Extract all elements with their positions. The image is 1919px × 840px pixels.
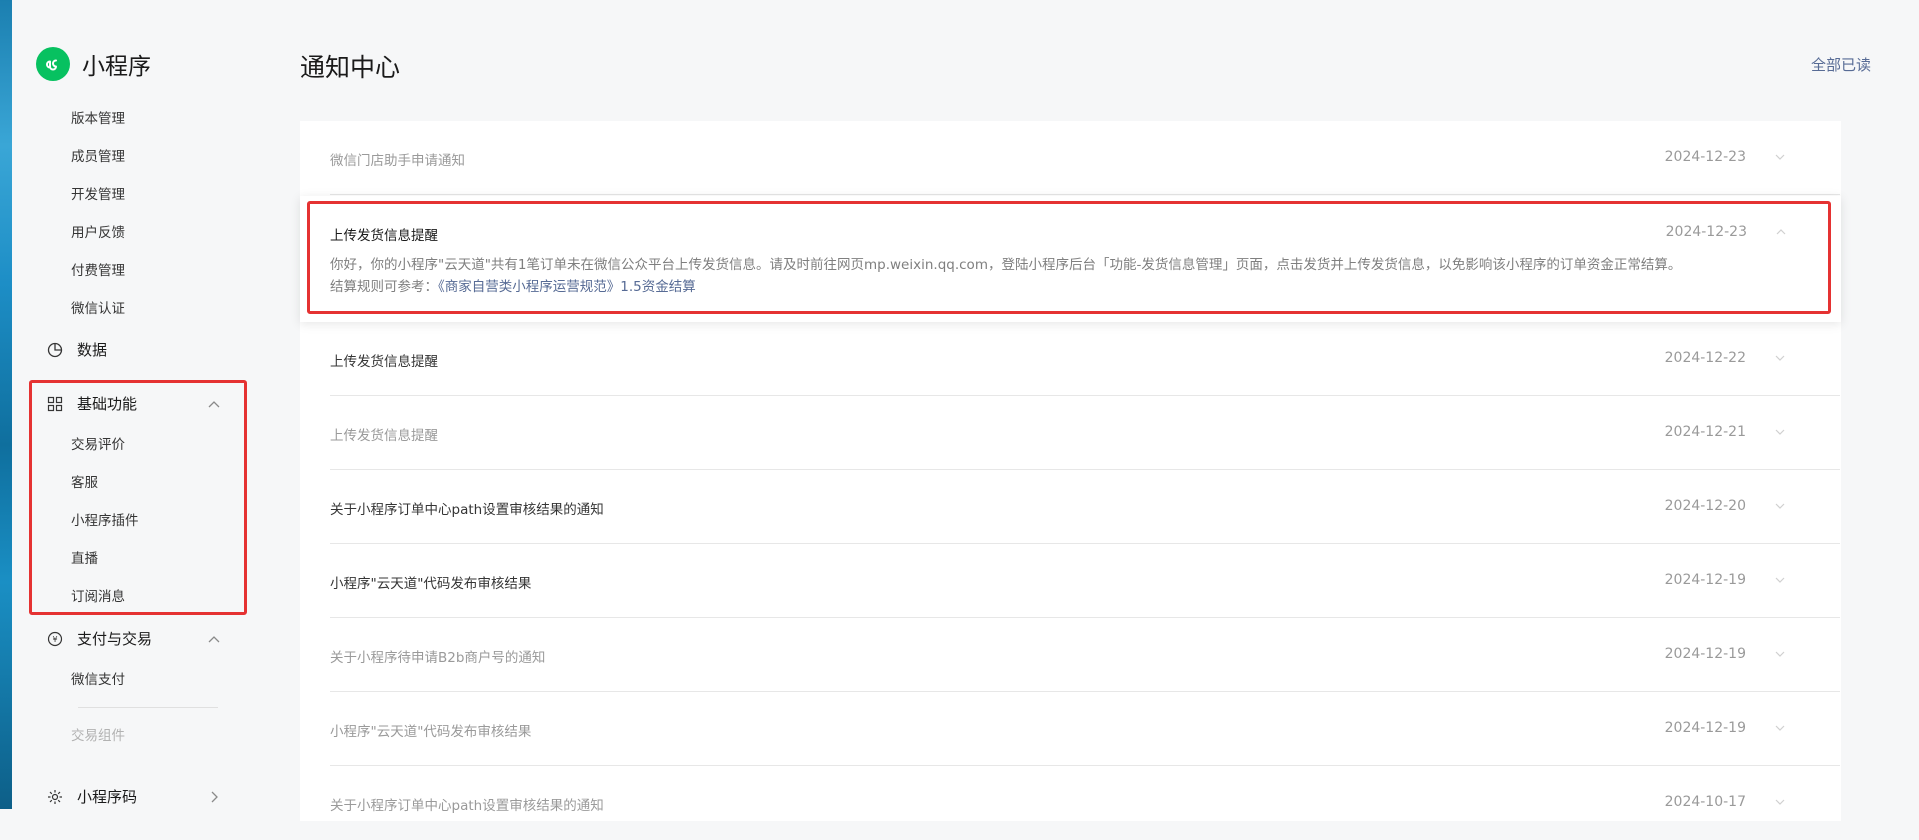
notification-row[interactable]: 小程序"云天道"代码发布审核结果 2024-12-19 bbox=[330, 544, 1840, 618]
notification-date: 2024-12-20 bbox=[1664, 498, 1746, 514]
notification-date: 2024-10-17 bbox=[1664, 794, 1746, 810]
notification-date: 2024-12-19 bbox=[1664, 572, 1746, 588]
pie-chart-icon bbox=[45, 340, 65, 360]
sidebar-item-wechat-verify[interactable]: 微信认证 bbox=[71, 299, 125, 319]
chevron-down-icon[interactable] bbox=[1774, 648, 1786, 660]
notification-row[interactable]: 小程序"云天道"代码发布审核结果 2024-12-19 bbox=[330, 692, 1840, 766]
notification-row[interactable]: 上传发货信息提醒 2024-12-21 bbox=[330, 396, 1840, 470]
sidebar-group-qrcode[interactable]: 小程序码 bbox=[45, 786, 225, 808]
sidebar-group-label: 数据 bbox=[77, 341, 108, 359]
chevron-down-icon[interactable] bbox=[1774, 574, 1786, 586]
notification-title: 关于小程序待申请B2b商户号的通知 bbox=[330, 650, 546, 666]
sidebar-group-label: 支付与交易 bbox=[77, 630, 153, 648]
sidebar-item-development[interactable]: 开发管理 bbox=[71, 185, 125, 205]
sidebar-item-members[interactable]: 成员管理 bbox=[71, 147, 125, 167]
notification-title: 小程序"云天道"代码发布审核结果 bbox=[330, 576, 532, 592]
chevron-down-icon[interactable] bbox=[1774, 500, 1786, 512]
notification-title: 微信门店助手申请通知 bbox=[330, 153, 465, 169]
notification-date: 2024-12-21 bbox=[1664, 424, 1746, 440]
notification-date: 2024-12-19 bbox=[1664, 646, 1746, 662]
chevron-down-icon[interactable] bbox=[1774, 796, 1786, 808]
background-wallpaper-strip bbox=[0, 0, 12, 809]
chevron-down-icon[interactable] bbox=[1774, 352, 1786, 364]
notification-title: 上传发货信息提醒 bbox=[330, 354, 438, 370]
chevron-down-icon[interactable] bbox=[1774, 722, 1786, 734]
sidebar-item-payment-management[interactable]: 付费管理 bbox=[71, 261, 125, 281]
sun-qrcode-icon bbox=[45, 787, 65, 807]
sidebar-group-data[interactable]: 数据 bbox=[45, 339, 225, 361]
chevron-down-icon[interactable] bbox=[1774, 426, 1786, 438]
brand[interactable]: 小程序 bbox=[36, 47, 151, 81]
notification-date: 2024-12-19 bbox=[1664, 720, 1746, 736]
notification-row[interactable]: 上传发货信息提醒 2024-12-22 bbox=[330, 322, 1840, 396]
chevron-down-icon[interactable] bbox=[1774, 151, 1786, 163]
svg-text:¥: ¥ bbox=[52, 635, 57, 644]
notification-row[interactable]: 微信门店助手申请通知 2024-12-23 bbox=[330, 121, 1840, 195]
page-title: 通知中心 bbox=[300, 53, 401, 82]
notification-row[interactable]: 关于小程序订单中心path设置审核结果的通知 2024-12-20 bbox=[330, 470, 1840, 544]
sidebar-item-version[interactable]: 版本管理 bbox=[71, 109, 125, 129]
sidebar-highlight-box bbox=[29, 380, 247, 615]
miniprogram-logo-icon bbox=[36, 47, 70, 81]
notification-title: 关于小程序订单中心path设置审核结果的通知 bbox=[330, 798, 604, 814]
sidebar-item-wechat-pay[interactable]: 微信支付 bbox=[71, 670, 125, 690]
sidebar-item-trade-component: 交易组件 bbox=[71, 728, 125, 744]
notification-title: 关于小程序订单中心path设置审核结果的通知 bbox=[330, 502, 604, 518]
notification-row[interactable]: 关于小程序待申请B2b商户号的通知 2024-12-19 bbox=[330, 618, 1840, 692]
yen-circle-icon: ¥ bbox=[45, 629, 65, 649]
brand-name: 小程序 bbox=[82, 54, 151, 80]
sidebar-group-label: 小程序码 bbox=[77, 788, 138, 806]
mark-all-read-button[interactable]: 全部已读 bbox=[1811, 54, 1871, 75]
chevron-right-icon[interactable] bbox=[205, 788, 223, 806]
notification-date: 2024-12-22 bbox=[1664, 350, 1746, 366]
notification-row[interactable]: 关于小程序订单中心path设置审核结果的通知 2024-10-17 bbox=[330, 766, 1840, 840]
sidebar-divider bbox=[78, 707, 218, 708]
sidebar-item-feedback[interactable]: 用户反馈 bbox=[71, 223, 125, 243]
notification-date: 2024-12-23 bbox=[1664, 149, 1746, 165]
notification-highlight-box bbox=[307, 201, 1831, 314]
chevron-up-icon[interactable] bbox=[205, 630, 223, 648]
sidebar-group-pay[interactable]: ¥ 支付与交易 bbox=[45, 628, 225, 650]
notification-title: 小程序"云天道"代码发布审核结果 bbox=[330, 724, 532, 740]
notification-title: 上传发货信息提醒 bbox=[330, 428, 438, 444]
